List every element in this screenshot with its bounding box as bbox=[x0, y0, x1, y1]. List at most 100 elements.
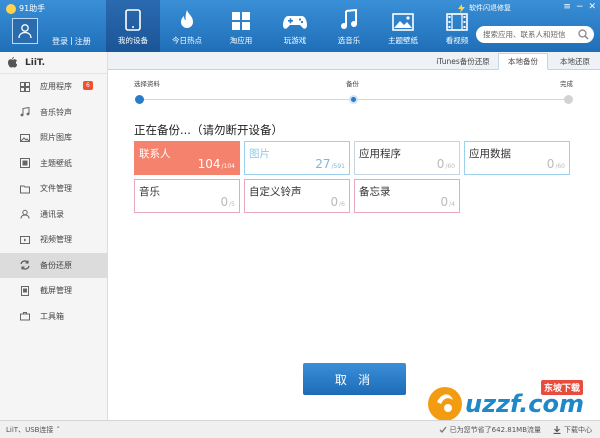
backup-card-contacts[interactable]: 联系人 104/104 bbox=[134, 141, 240, 175]
nav-label: 玩游戏 bbox=[283, 36, 307, 45]
sidebar-item-screenshots[interactable]: 截屏管理 bbox=[0, 278, 107, 304]
card-count: 0/5 bbox=[220, 195, 235, 209]
sidebar-item-backup[interactable]: 备份还原 bbox=[0, 252, 107, 278]
download-icon bbox=[553, 426, 561, 434]
music-icon bbox=[20, 107, 30, 117]
caret-up-icon: ˄ bbox=[56, 426, 60, 434]
watermark-tag: 东坡下载 bbox=[541, 380, 584, 395]
sidebar-item-themes[interactable]: 主题壁纸 bbox=[0, 151, 107, 177]
folder-icon bbox=[20, 185, 30, 194]
user-icon bbox=[18, 24, 32, 39]
connection-text: LiiT、USB连接 bbox=[6, 426, 54, 434]
saved-traffic: 已为您节省了642.81MB流量 bbox=[439, 425, 541, 435]
phone-icon bbox=[125, 9, 141, 31]
register-link[interactable]: 注册 bbox=[75, 36, 91, 47]
connection-status[interactable]: LiiT、USB连接 ˄ bbox=[6, 425, 60, 435]
crash-fix-link[interactable]: 软件闪退修复 bbox=[469, 3, 511, 13]
login-separator: | bbox=[70, 36, 73, 45]
nav-apps[interactable]: 淘应用 bbox=[214, 0, 268, 52]
search-input[interactable]: 搜索应用、联系人和短信 bbox=[476, 26, 594, 43]
card-count: 27/591 bbox=[315, 157, 345, 171]
watermark: uzzf.com 东坡下载 bbox=[425, 378, 595, 424]
sidebar-item-music[interactable]: 音乐铃声 bbox=[0, 100, 107, 126]
sidebar-item-label: 通讯录 bbox=[40, 209, 64, 219]
backup-card-photos[interactable]: 图片 27/591 bbox=[244, 141, 350, 175]
card-count: 0/60 bbox=[546, 157, 565, 171]
sidebar-item-videos[interactable]: 视频管理 bbox=[0, 227, 107, 253]
backup-card-apps[interactable]: 应用程序 0/60 bbox=[354, 141, 460, 175]
nav-label: 主题壁纸 bbox=[388, 36, 418, 45]
card-name: 应用程序 bbox=[359, 148, 401, 160]
backup-card-app-data[interactable]: 应用数据 0/60 bbox=[464, 141, 570, 175]
status-bar: LiiT、USB连接 ˄ 已为您节省了642.81MB流量 下载中心 bbox=[0, 420, 600, 438]
card-count: 0/60 bbox=[436, 157, 455, 171]
tab-bar: iTunes备份还原 本地备份 本地还原 bbox=[108, 52, 600, 70]
window-controls: ≡ − ✕ bbox=[563, 2, 596, 12]
check-icon bbox=[439, 426, 447, 433]
close-icon[interactable]: ✕ bbox=[588, 2, 596, 12]
sidebar-item-label: 应用程序 bbox=[40, 82, 72, 92]
sidebar-item-toolbox[interactable]: 工具箱 bbox=[0, 304, 107, 330]
nav-games[interactable]: 玩游戏 bbox=[268, 0, 322, 52]
backup-icon bbox=[20, 260, 30, 270]
step-dot-backup bbox=[349, 95, 358, 104]
device-header[interactable]: LiiT. bbox=[0, 52, 107, 74]
nav-label: 我的设备 bbox=[118, 36, 148, 45]
card-name: 音乐 bbox=[139, 186, 160, 198]
card-name: 自定义铃声 bbox=[249, 186, 302, 198]
backup-card-notes[interactable]: 备忘录 0/4 bbox=[354, 179, 460, 213]
search-placeholder: 搜索应用、联系人和短信 bbox=[483, 30, 566, 39]
nav-label: 选音乐 bbox=[337, 36, 361, 45]
backup-card-ringtones[interactable]: 自定义铃声 0/6 bbox=[244, 179, 350, 213]
card-count: 0/6 bbox=[330, 195, 345, 209]
contacts-icon bbox=[20, 210, 30, 219]
toolbox-icon bbox=[20, 312, 30, 321]
sidebar-item-label: 截屏管理 bbox=[40, 286, 72, 296]
tab-local-backup[interactable]: 本地备份 bbox=[498, 53, 548, 70]
screenshot-icon bbox=[21, 285, 29, 296]
search-icon[interactable] bbox=[578, 29, 589, 40]
device-name: LiiT. bbox=[25, 57, 46, 68]
nav-label: 看视频 bbox=[445, 36, 469, 45]
sidebar-item-contacts[interactable]: 通讯录 bbox=[0, 202, 107, 228]
sidebar-item-label: 备份还原 bbox=[40, 260, 72, 270]
avatar[interactable] bbox=[12, 18, 38, 44]
download-center[interactable]: 下载中心 bbox=[553, 425, 592, 435]
film-icon bbox=[446, 13, 468, 31]
sidebar-item-files[interactable]: 文件管理 bbox=[0, 176, 107, 202]
theme-icon bbox=[20, 158, 30, 169]
card-name: 应用数据 bbox=[469, 148, 511, 160]
lightning-icon bbox=[458, 3, 465, 13]
step-select: 选择资料 bbox=[134, 80, 160, 88]
nav-music[interactable]: 选音乐 bbox=[322, 0, 376, 52]
app-logo-icon bbox=[6, 3, 16, 14]
sidebar-item-label: 文件管理 bbox=[40, 184, 72, 194]
step-backup: 备份 bbox=[346, 80, 359, 88]
step-dot-done bbox=[564, 95, 573, 104]
menu-icon[interactable]: ≡ bbox=[563, 2, 571, 12]
nav-my-device[interactable]: 我的设备 bbox=[106, 0, 160, 52]
sidebar-item-label: 照片图库 bbox=[40, 133, 72, 143]
update-badge: 6 bbox=[83, 81, 93, 90]
nav-themes[interactable]: 主题壁纸 bbox=[376, 0, 430, 52]
main-nav: 我的设备 今日热点 淘应用 玩游戏 选音乐 主题壁纸 看视频 bbox=[106, 0, 484, 52]
sys-links: 软件闪退修复 bbox=[458, 3, 511, 13]
video-icon bbox=[20, 235, 30, 244]
sidebar: LiiT. 应用程序 6 音乐铃声 照片图库 主题壁纸 文件管理 通讯录 视频管… bbox=[0, 52, 108, 420]
sidebar-item-label: 音乐铃声 bbox=[40, 107, 72, 117]
nav-hot-today[interactable]: 今日热点 bbox=[160, 0, 214, 52]
sidebar-item-label: 工具箱 bbox=[40, 311, 64, 321]
backup-card-music[interactable]: 音乐 0/5 bbox=[134, 179, 240, 213]
nav-label: 今日热点 bbox=[172, 36, 202, 45]
login-link[interactable]: 登录 bbox=[52, 36, 68, 47]
card-count: 0/4 bbox=[440, 195, 455, 209]
backup-status-text: 正在备份...（请勿断开设备） bbox=[134, 123, 283, 137]
landscape-icon bbox=[392, 13, 414, 31]
cancel-button[interactable]: 取 消 bbox=[303, 363, 406, 395]
tab-itunes-backup[interactable]: iTunes备份还原 bbox=[430, 53, 496, 70]
tab-local-restore[interactable]: 本地还原 bbox=[550, 53, 600, 70]
sidebar-item-apps[interactable]: 应用程序 6 bbox=[0, 74, 107, 100]
sidebar-item-photos[interactable]: 照片图库 bbox=[0, 125, 107, 151]
minimize-icon[interactable]: − bbox=[576, 2, 584, 12]
gamepad-icon bbox=[283, 16, 307, 29]
